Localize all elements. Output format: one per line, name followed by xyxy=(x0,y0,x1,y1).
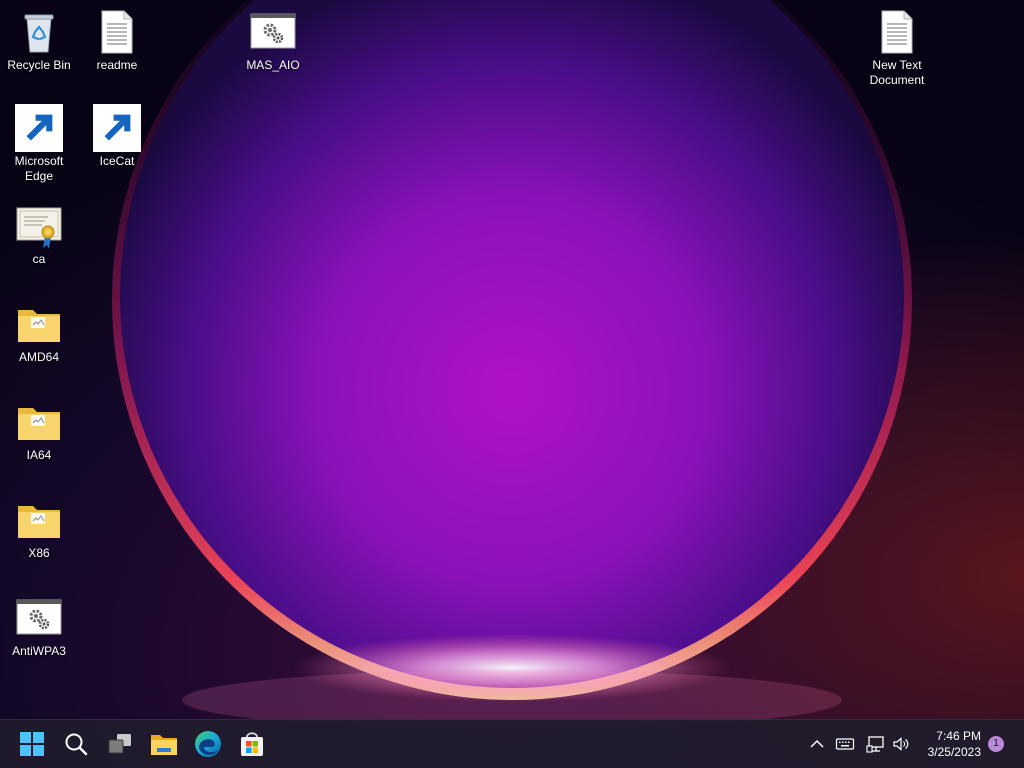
search-button[interactable] xyxy=(60,728,92,760)
desktop-icon-readme[interactable]: readme xyxy=(79,8,155,73)
desktop-icon-icecat[interactable]: IceCat xyxy=(79,104,155,169)
windows-start-icon xyxy=(20,732,44,756)
desktop[interactable]: Recycle Bin readme MAS_AIO New Text Docu… xyxy=(0,0,1024,768)
desktop-icon-recycle-bin[interactable]: Recycle Bin xyxy=(1,8,77,73)
chevron-up-icon[interactable] xyxy=(807,734,827,754)
network-icon[interactable] xyxy=(866,734,886,754)
desktop-icon-label: New Text Document xyxy=(869,58,925,87)
desktop-icon-label: AntiWPA3 xyxy=(12,644,66,658)
task-view-button[interactable] xyxy=(104,728,136,760)
edge-icon xyxy=(15,104,63,152)
task-view-icon xyxy=(108,734,131,754)
desktop-icon-label: readme xyxy=(96,58,138,72)
desktop-icon-ia64[interactable]: IA64 xyxy=(1,398,77,463)
volume-icon[interactable] xyxy=(891,734,911,754)
batch-file-icon xyxy=(249,8,297,56)
desktop-icon-mas-aio[interactable]: MAS_AIO xyxy=(235,8,311,73)
desktop-icon-label: Recycle Bin xyxy=(7,58,71,72)
certificate-icon xyxy=(15,202,63,250)
clock-date: 3/25/2023 xyxy=(927,745,981,759)
store-icon xyxy=(241,732,263,756)
desktop-icon-amd64[interactable]: AMD64 xyxy=(1,300,77,365)
search-icon xyxy=(65,733,88,756)
desktop-icon-label: X86 xyxy=(28,546,50,560)
folder-icon xyxy=(15,398,63,446)
desktop-icon-label: Microsoft Edge xyxy=(14,154,64,183)
store-button[interactable] xyxy=(236,728,268,760)
desktop-icon-new-text-document[interactable]: New Text Document xyxy=(859,8,935,88)
clock-time: 7:46 PM xyxy=(936,729,981,743)
icecat-icon xyxy=(93,104,141,152)
desktop-icon-label: IA64 xyxy=(26,448,52,462)
edge-icon xyxy=(195,731,221,757)
start-button[interactable] xyxy=(16,728,48,760)
desktop-icon-antiwpa3[interactable]: AntiWPA3 xyxy=(1,594,77,659)
edge-taskbar-button[interactable] xyxy=(192,728,224,760)
desktop-icon-label: AMD64 xyxy=(18,350,59,364)
file-explorer-button[interactable] xyxy=(148,728,180,760)
desktop-icon-x86[interactable]: X86 xyxy=(1,496,77,561)
recycle-bin-icon xyxy=(15,8,63,56)
notification-badge[interactable]: 1 xyxy=(988,736,1004,752)
batch-file-icon xyxy=(15,594,63,642)
folder-icon xyxy=(15,496,63,544)
desktop-icon-label: IceCat xyxy=(99,154,135,168)
desktop-icon-label: ca xyxy=(32,252,46,266)
shortcut-arrow-icon xyxy=(93,104,141,152)
text-document-icon xyxy=(873,8,921,56)
desktop-icon-label: MAS_AIO xyxy=(246,58,300,72)
desktop-icon-ca[interactable]: ca xyxy=(1,202,77,267)
text-document-icon xyxy=(93,8,141,56)
folder-icon xyxy=(15,300,63,348)
taskbar: 7:46 PM 3/25/2023 1 xyxy=(0,719,1024,768)
keyboard-icon[interactable] xyxy=(835,734,855,754)
shortcut-arrow-icon xyxy=(15,104,63,152)
desktop-icon-microsoft-edge[interactable]: Microsoft Edge xyxy=(1,104,77,184)
file-explorer-icon xyxy=(151,735,177,755)
clock[interactable]: 7:46 PM 3/25/2023 xyxy=(911,728,981,760)
